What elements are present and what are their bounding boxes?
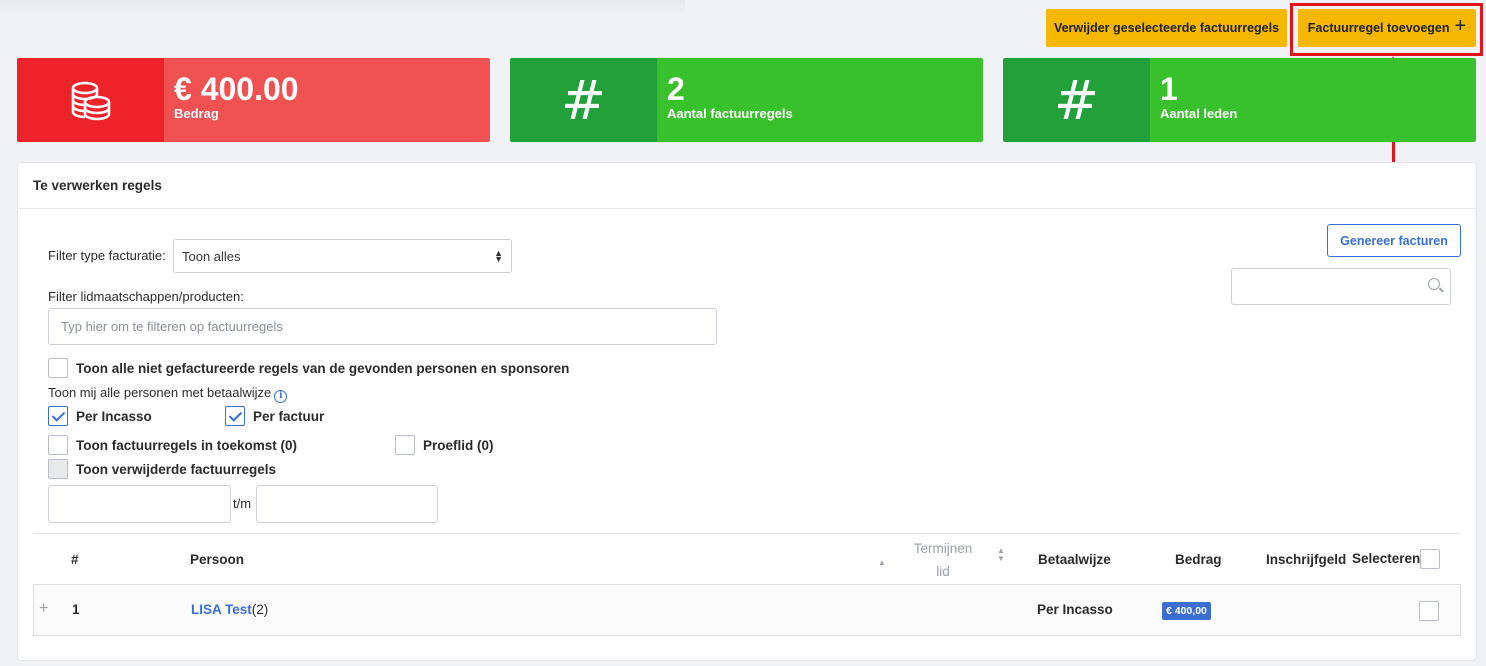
sort-asc-icon[interactable]: ▲ (878, 558, 886, 567)
annotation-highlight-box (1290, 3, 1483, 56)
panel-title: Te verwerken regels (18, 163, 1476, 209)
show-all-label: Toon alle niet gefactureerde regels van … (76, 361, 570, 376)
stat-card-members: # 1 Aantal leden (1003, 58, 1476, 142)
lines-panel: Te verwerken regels Filter type facturat… (17, 162, 1477, 661)
select-caret-icon: ▲ ▼ (494, 248, 503, 264)
filter-products-input[interactable]: Typ hier om te filteren op factuurregels (48, 308, 717, 345)
stat-value: € 400.00 (174, 71, 299, 107)
stat-label: Aantal factuurregels (667, 106, 793, 121)
date-from-input[interactable] (48, 485, 231, 523)
payment-method-text: Toon mij alle personen met betaalwijze (48, 385, 272, 400)
stat-value: 2 (667, 71, 685, 107)
col-amount[interactable]: Bedrag (1175, 552, 1222, 567)
search-icon (1428, 278, 1440, 290)
trial-member-label: Proeflid (0) (423, 438, 494, 453)
stat-label: Bedrag (174, 106, 219, 121)
date-range-separator: t/m (233, 496, 252, 511)
amount-badge: € 400,00 (1162, 602, 1211, 620)
invoice-lines-table: # Persoon ▲ Termijnen lid ▲ ▼ Betaalwijze … (33, 533, 1461, 636)
row-payment-method: Per Incasso (1037, 602, 1113, 617)
table-row: + 1 LISA Test(2) Per Incasso € 400,00 (33, 585, 1461, 636)
sort-both-icon[interactable]: ▲ ▼ (997, 547, 1005, 563)
filter-products-label: Filter lidmaatschappen/producten: (48, 289, 244, 304)
per-incasso-label: Per Incasso (76, 409, 152, 424)
row-number: 1 (72, 602, 80, 617)
stat-card-amount: € 400.00 Bedrag (17, 58, 490, 142)
stat-body: € 400.00 Bedrag (164, 58, 490, 142)
filter-type-value: Toon alles (182, 249, 241, 264)
deleted-lines-label: Toon verwijderde factuurregels (76, 462, 277, 477)
date-to-input[interactable] (256, 485, 438, 523)
per-incasso-checkbox[interactable] (48, 406, 68, 426)
col-select: Selecteren (1352, 551, 1421, 566)
info-icon[interactable]: i (274, 390, 288, 403)
filter-type-label: Filter type facturatie: (48, 248, 166, 263)
stat-value: 1 (1160, 71, 1178, 107)
payment-method-label: Toon mij alle personen met betaalwijze i (48, 385, 288, 403)
select-all-checkbox[interactable] (1420, 549, 1440, 569)
hash-icon: # (510, 58, 657, 142)
future-lines-checkbox[interactable] (48, 435, 68, 455)
col-person[interactable]: Persoon (190, 552, 244, 567)
delete-selected-label: Verwijder geselecteerde factuurregels (1053, 21, 1280, 35)
show-all-checkbox[interactable] (48, 358, 68, 378)
stat-card-invoice-lines: # 2 Aantal factuurregels (510, 58, 983, 142)
col-terms-line2: lid (936, 564, 950, 579)
expand-icon[interactable]: + (39, 600, 48, 618)
col-payment-method[interactable]: Betaalwijze (1038, 552, 1111, 567)
per-factuur-label: Per factuur (253, 409, 325, 424)
table-header: # Persoon ▲ Termijnen lid ▲ ▼ Betaalwijze … (33, 533, 1461, 585)
col-registration-fee[interactable]: Inschrijfgeld (1266, 552, 1346, 567)
stat-label: Aantal leden (1160, 106, 1238, 121)
col-terms[interactable]: Termijnen lid (908, 537, 978, 583)
hash-icon: # (1003, 58, 1150, 142)
delete-selected-button[interactable]: Verwijder geselecteerde factuurregels (1046, 9, 1287, 47)
stat-body: 2 Aantal factuurregels (657, 58, 983, 142)
person-count: (2) (251, 602, 269, 617)
top-toolbar: Verwijder geselecteerde factuurregels Fa… (0, 0, 1486, 52)
col-terms-line1: Termijnen (913, 541, 973, 556)
person-link[interactable]: LISA Test (191, 602, 252, 617)
row-select-checkbox[interactable] (1419, 601, 1439, 621)
deleted-lines-checkbox[interactable] (48, 459, 68, 479)
trial-member-checkbox[interactable] (395, 435, 415, 455)
stat-body: 1 Aantal leden (1150, 58, 1476, 142)
future-lines-label: Toon factuurregels in toekomst (0) (76, 438, 298, 453)
row-person: LISA Test(2) (191, 602, 268, 617)
col-number[interactable]: # (71, 552, 79, 567)
per-factuur-checkbox[interactable] (225, 406, 245, 426)
generate-invoices-button[interactable]: Genereer facturen (1327, 224, 1461, 257)
filter-type-select[interactable]: Toon alles ▲ ▼ (173, 239, 512, 273)
top-shade (0, 0, 685, 14)
coins-icon (17, 58, 164, 142)
search-input[interactable] (1231, 268, 1451, 305)
